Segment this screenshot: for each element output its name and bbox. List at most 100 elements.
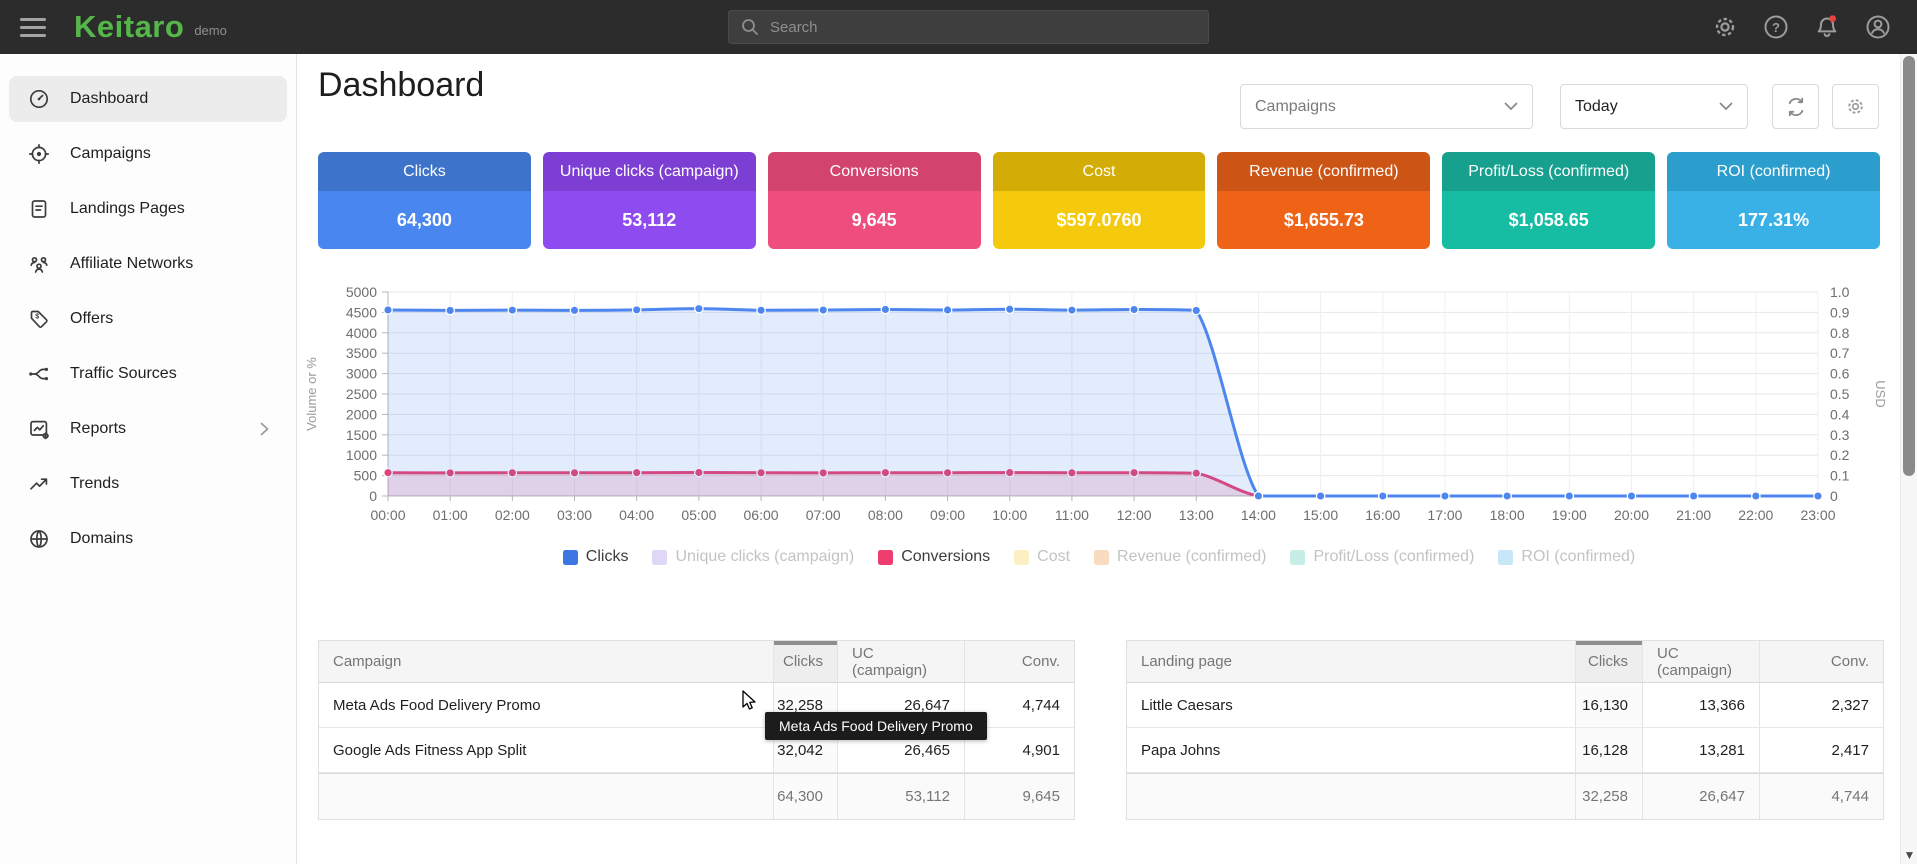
svg-text:15:00: 15:00 [1303, 507, 1338, 523]
svg-text:07:00: 07:00 [806, 507, 841, 523]
legend-item-roi-confirmed-[interactable]: ROI (confirmed) [1498, 548, 1635, 566]
svg-text:3000: 3000 [346, 366, 377, 382]
traffic-sources-icon [28, 363, 50, 385]
dashboard-icon [28, 88, 50, 110]
stat-card-value: $1,655.73 [1217, 191, 1430, 249]
notifications-bell-icon[interactable] [1814, 14, 1840, 40]
keitaro-logo: Keitaro [74, 9, 184, 45]
column-header-landing-page[interactable]: Landing page [1127, 641, 1575, 682]
svg-text:0.8: 0.8 [1830, 325, 1850, 341]
sidebar-item-trends[interactable]: Trends [9, 461, 287, 507]
stat-card-profit-loss-confirmed-: Profit/Loss (confirmed)$1,058.65 [1442, 152, 1655, 249]
column-header-campaign[interactable]: Campaign [319, 641, 773, 682]
date-range-select[interactable]: Today [1560, 84, 1748, 129]
cell: 2,417 [1759, 728, 1883, 772]
svg-text:22:00: 22:00 [1738, 507, 1773, 523]
sidebar-item-offers[interactable]: $Offers [9, 296, 287, 342]
legend-swatch [652, 550, 667, 565]
search-icon [740, 17, 760, 37]
search-input[interactable] [770, 19, 1208, 36]
column-header-clicks[interactable]: Clicks [773, 641, 837, 682]
sidebar-item-landings-pages[interactable]: Landings Pages [9, 186, 287, 232]
legend-label: Unique clicks (campaign) [675, 548, 854, 566]
legend-item-unique-clicks-campaign-[interactable]: Unique clicks (campaign) [652, 548, 854, 566]
sidebar-item-reports[interactable]: Reports [9, 406, 287, 452]
cell[interactable]: Google Ads Fitness App Split [319, 728, 773, 772]
cell[interactable]: Meta Ads Food Delivery Promo [319, 683, 773, 727]
svg-text:1.0: 1.0 [1830, 284, 1850, 300]
chevron-down-icon [1719, 102, 1733, 111]
legend-item-revenue-confirmed-[interactable]: Revenue (confirmed) [1094, 548, 1266, 566]
sidebar-item-traffic-sources[interactable]: Traffic Sources [9, 351, 287, 397]
stat-card-cost: Cost$597.0760 [993, 152, 1206, 249]
svg-text:02:00: 02:00 [495, 507, 530, 523]
legend-swatch [1094, 550, 1109, 565]
legend-swatch [1498, 550, 1513, 565]
topbar-actions: ? [1712, 0, 1891, 54]
legend-label: ROI (confirmed) [1521, 548, 1635, 566]
svg-text:?: ? [1772, 20, 1780, 35]
brand[interactable]: Keitaro demo [74, 9, 227, 45]
legend-item-clicks[interactable]: Clicks [563, 548, 629, 566]
keitaro-dashboard-screen: Keitaro demo ? [0, 0, 1917, 864]
svg-text:4500: 4500 [346, 304, 377, 320]
scrollbar-down-arrow[interactable]: ▼ [1901, 848, 1917, 862]
campaign-filter-select[interactable]: Campaigns [1240, 84, 1533, 129]
chevron-down-icon [1504, 102, 1518, 111]
cell[interactable]: Papa Johns [1127, 728, 1575, 772]
refresh-button[interactable] [1772, 84, 1819, 129]
table-totals-row: 64,30053,1129,645 [319, 773, 1074, 819]
traffic-chart[interactable]: 0500100015002000250030003500400045005000… [300, 282, 1890, 544]
stat-card-value: 53,112 [543, 191, 756, 249]
svg-text:2500: 2500 [346, 386, 377, 402]
legend-item-conversions[interactable]: Conversions [878, 548, 990, 566]
legend-item-cost[interactable]: Cost [1014, 548, 1070, 566]
sidebar-item-affiliate-networks[interactable]: Affiliate Networks [9, 241, 287, 287]
gear-icon[interactable] [1712, 14, 1738, 40]
svg-text:17:00: 17:00 [1427, 507, 1462, 523]
scrollbar-thumb[interactable] [1903, 56, 1915, 476]
sidebar: Dashboard Campaigns Landings Pages Affiliat… [0, 54, 297, 864]
svg-text:09:00: 09:00 [930, 507, 965, 523]
legend-item-profit-loss-confirmed-[interactable]: Profit/Loss (confirmed) [1290, 548, 1474, 566]
global-search[interactable] [728, 10, 1209, 44]
help-icon[interactable]: ? [1763, 14, 1789, 40]
cell: 64,300 [773, 774, 837, 819]
svg-text:Volume or %: Volume or % [304, 357, 319, 431]
svg-text:00:00: 00:00 [370, 507, 405, 523]
sidebar-item-dashboard[interactable]: Dashboard [9, 76, 287, 122]
reports-icon [28, 418, 50, 440]
affiliate-networks-icon [28, 253, 50, 275]
table-row[interactable]: Papa Johns16,12813,2812,417 [1127, 728, 1883, 773]
legend-swatch [563, 550, 578, 565]
sidebar-item-domains[interactable]: Domains [9, 516, 287, 562]
demo-badge: demo [194, 23, 227, 38]
column-header-clicks[interactable]: Clicks [1575, 641, 1642, 682]
column-header-conv-[interactable]: Conv. [1759, 641, 1883, 682]
sidebar-item-campaigns[interactable]: Campaigns [9, 131, 287, 177]
user-avatar-icon[interactable] [1865, 14, 1891, 40]
page-title: Dashboard [318, 66, 484, 105]
svg-text:03:00: 03:00 [557, 507, 592, 523]
legend-swatch [1290, 550, 1305, 565]
sidebar-item-label: Trends [70, 475, 119, 493]
svg-text:14:00: 14:00 [1241, 507, 1276, 523]
column-header-uc-campaign-[interactable]: UC (campaign) [1642, 641, 1759, 682]
cell[interactable]: Little Caesars [1127, 683, 1575, 727]
notification-dot [1829, 15, 1836, 22]
menu-toggle-icon[interactable] [20, 13, 50, 42]
stat-cards: Clicks64,300Unique clicks (campaign)53,1… [318, 152, 1880, 249]
svg-text:18:00: 18:00 [1490, 507, 1525, 523]
stat-card-label: Clicks [318, 152, 531, 191]
column-header-uc-campaign-[interactable]: UC (campaign) [837, 641, 964, 682]
domains-icon [28, 528, 50, 550]
svg-text:11:00: 11:00 [1055, 507, 1089, 523]
landings-icon [28, 198, 50, 220]
sidebar-item-label: Dashboard [70, 90, 148, 108]
table-row[interactable]: Little Caesars16,13013,3662,327 [1127, 683, 1883, 728]
column-header-conv-[interactable]: Conv. [964, 641, 1074, 682]
stat-card-value: $597.0760 [993, 191, 1206, 249]
dashboard-settings-button[interactable] [1832, 84, 1879, 129]
refresh-icon [1785, 96, 1807, 118]
svg-text:12:00: 12:00 [1117, 507, 1152, 523]
